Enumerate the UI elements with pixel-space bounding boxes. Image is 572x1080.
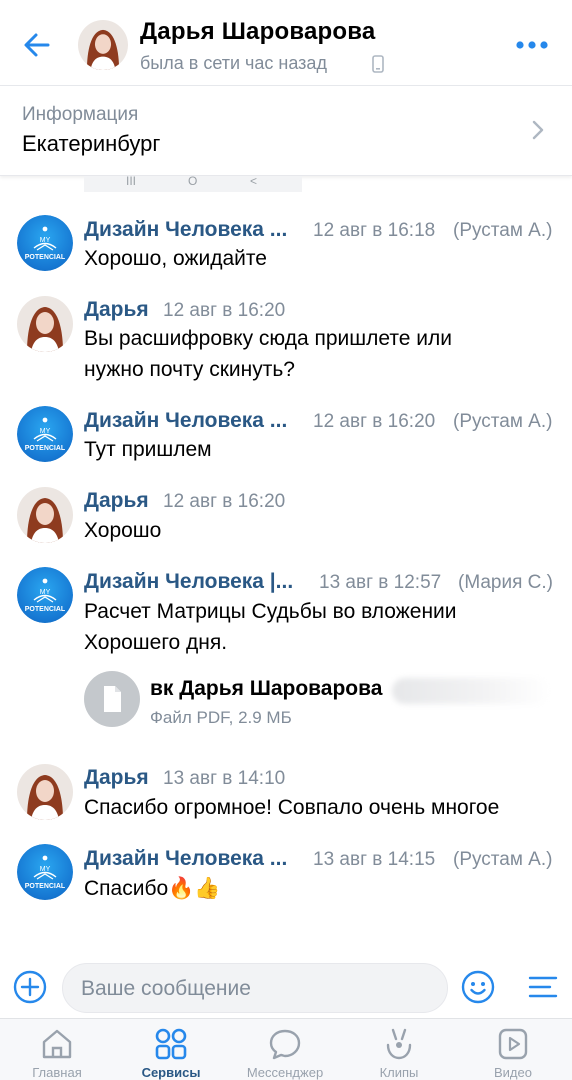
phone-icon <box>372 55 384 73</box>
user-photo <box>17 764 73 820</box>
user-photo <box>17 487 73 543</box>
message-text: Тут пришлем <box>84 438 212 461</box>
message-text: Хорошего дня. <box>84 631 228 654</box>
message-text: Спасибо🔥👍 <box>84 877 221 900</box>
avatar[interactable]: MY POTENCIAL <box>17 567 73 623</box>
message-time: 12 авг в 16:18 <box>313 220 436 241</box>
message-text: Расчет Матрицы Судьбы во вложении <box>84 600 457 623</box>
menu-lines-icon[interactable] <box>528 972 558 1002</box>
file-name[interactable]: вк Дарья Шароварова <box>150 677 382 701</box>
avatar[interactable]: MY POTENCIAL <box>17 406 73 462</box>
tab-home[interactable]: Главная <box>0 1019 114 1080</box>
chat-bubble-icon <box>269 1029 301 1060</box>
message-time: 13 авг в 14:10 <box>163 768 286 789</box>
plus-circle-icon[interactable] <box>13 970 47 1004</box>
tab-label: Сервисы <box>141 1065 201 1080</box>
my-potencial-logo: MY POTENCIAL <box>17 215 73 271</box>
avatar[interactable] <box>17 296 73 352</box>
my-potencial-logo: MY POTENCIAL <box>17 406 73 462</box>
bottom-tab-bar: Главная Сервисы Мессенджер Клипы Видео <box>0 1018 572 1080</box>
message-time: 13 авг в 12:57 <box>319 572 442 593</box>
chevron-right-icon <box>532 120 544 140</box>
clips-icon <box>386 1028 412 1060</box>
my-potencial-logo: MY POTENCIAL <box>17 567 73 623</box>
message-text: Спасибо огромное! Совпало очень многое <box>84 796 500 819</box>
back-glyph: < <box>250 174 258 188</box>
message-time: 12 авг в 16:20 <box>163 491 286 512</box>
avatar[interactable] <box>17 764 73 820</box>
message-time: 12 авг в 16:20 <box>313 411 436 432</box>
services-grid-icon <box>155 1028 187 1060</box>
home-icon <box>42 1029 72 1059</box>
avatar[interactable] <box>17 487 73 543</box>
online-status: была в сети час назад <box>140 53 327 73</box>
svg-text:POTENCIAL: POTENCIAL <box>25 883 66 890</box>
message-sender[interactable]: Дизайн Человека ... <box>84 847 287 871</box>
avatar[interactable]: MY POTENCIAL <box>17 844 73 900</box>
tab-label: Клипы <box>379 1065 419 1080</box>
my-potencial-logo: MY POTENCIAL <box>17 844 73 900</box>
smile-icon[interactable] <box>461 970 495 1004</box>
svg-text:POTENCIAL: POTENCIAL <box>25 606 66 613</box>
tab-services[interactable]: Сервисы <box>114 1019 228 1080</box>
tab-clips[interactable]: Клипы <box>342 1019 456 1080</box>
more-dots-icon[interactable] <box>514 36 550 54</box>
video-icon <box>498 1028 528 1060</box>
file-attachment-button[interactable] <box>84 671 140 727</box>
tab-label: Видео <box>494 1065 532 1080</box>
recents-glyph: III <box>126 174 137 188</box>
message-sender[interactable]: Дизайн Человека ... <box>84 409 287 433</box>
blurred-region <box>392 678 550 704</box>
tab-label: Мессенджер <box>246 1065 324 1080</box>
info-city: Екатеринбург <box>22 131 161 156</box>
message-text: Вы расшифровку сюда пришлете или <box>84 327 452 350</box>
message-sender[interactable]: Дарья <box>84 766 149 790</box>
message-input-container[interactable] <box>62 963 448 1013</box>
user-photo <box>78 20 128 70</box>
message-author: (Рустам А.) <box>453 411 553 432</box>
message-time: 12 авг в 16:20 <box>163 300 286 321</box>
document-icon <box>104 686 121 712</box>
system-nav-strip: III O < <box>84 174 302 192</box>
tab-label: Главная <box>32 1065 82 1080</box>
message-text: Хорошо, ожидайте <box>84 247 267 270</box>
message-text: нужно почту скинуть? <box>84 358 295 381</box>
info-row[interactable]: Информация Екатеринбург <box>0 86 572 176</box>
message-author: (Рустам А.) <box>453 849 553 870</box>
message-sender[interactable]: Дарья <box>84 489 149 513</box>
avatar[interactable]: MY POTENCIAL <box>17 215 73 271</box>
message-sender[interactable]: Дарья <box>84 298 149 322</box>
svg-text:POTENCIAL: POTENCIAL <box>25 254 66 261</box>
tab-video[interactable]: Видео <box>456 1019 570 1080</box>
avatar[interactable] <box>78 20 128 70</box>
home-glyph: O <box>188 174 198 188</box>
message-input[interactable] <box>81 974 431 1004</box>
message-sender[interactable]: Дизайн Человека ... <box>84 218 287 242</box>
chat-header: Дарья Шароварова была в сети час назад <box>0 0 572 86</box>
file-meta: Файл PDF, 2.9 МБ <box>150 708 292 727</box>
chat-title[interactable]: Дарья Шароварова <box>140 18 375 46</box>
message-time: 13 авг в 14:15 <box>313 849 436 870</box>
tab-messenger[interactable]: Мессенджер <box>228 1019 342 1080</box>
message-text: Хорошо <box>84 519 162 542</box>
message-composer <box>0 958 572 1018</box>
info-label: Информация <box>22 104 139 125</box>
message-author: (Мария С.) <box>458 572 554 593</box>
message-author: (Рустам А.) <box>453 220 553 241</box>
message-sender[interactable]: Дизайн Человека |... <box>84 570 293 594</box>
user-photo <box>17 296 73 352</box>
arrow-left-icon[interactable] <box>20 28 54 62</box>
svg-text:POTENCIAL: POTENCIAL <box>25 445 66 452</box>
